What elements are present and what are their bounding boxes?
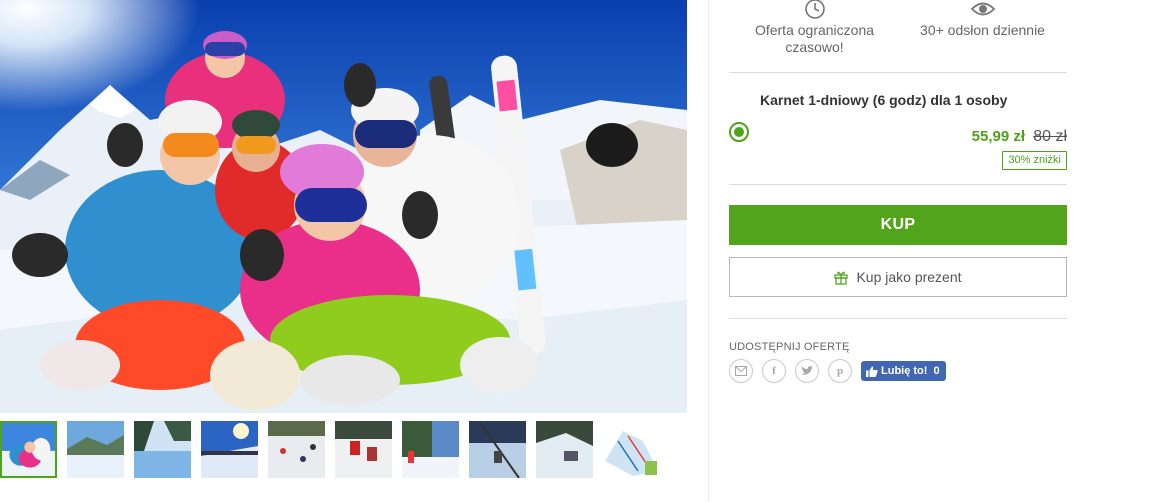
twitter-icon xyxy=(801,366,813,375)
gallery-thumbnail[interactable] xyxy=(402,421,459,478)
offer-radio[interactable] xyxy=(729,122,749,142)
share-email-button[interactable] xyxy=(729,359,753,383)
gift-button-label: Kup jako prezent xyxy=(856,269,962,285)
gallery-thumbnail[interactable] xyxy=(268,421,325,478)
share-pinterest-button[interactable]: p xyxy=(828,359,852,383)
gift-icon xyxy=(834,271,849,285)
offer-price: 55,99 zł 80 zł xyxy=(972,128,1067,146)
like-label: Lubię to! xyxy=(881,365,928,377)
feature-text: Oferta ograniczona czasowo! xyxy=(754,22,875,55)
gallery-main-image[interactable] xyxy=(0,0,687,413)
gallery-thumbnail[interactable] xyxy=(536,421,593,478)
thumbs-up-icon xyxy=(866,366,878,377)
like-count: 0 xyxy=(933,365,940,377)
buy-button[interactable]: KUP xyxy=(729,205,1067,245)
share-label: UDOSTĘPNIJ OFERTĘ xyxy=(729,341,850,353)
gallery-thumbnail[interactable] xyxy=(201,421,258,478)
gallery-thumbnail[interactable] xyxy=(603,421,660,478)
gallery-thumbnail[interactable] xyxy=(335,421,392,478)
feature-views: 30+ odsłon dziennie xyxy=(910,0,1055,39)
price-new: 55,99 zł xyxy=(971,128,1026,145)
facebook-like-button[interactable]: Lubię to! 0 xyxy=(861,361,946,381)
buy-as-gift-button[interactable]: Kup jako prezent xyxy=(729,257,1067,297)
share-facebook-button[interactable]: f xyxy=(762,359,786,383)
discount-badge: 30% zniżki xyxy=(1002,151,1067,170)
divider xyxy=(729,184,1067,185)
divider xyxy=(729,72,1067,73)
gallery-thumbnail[interactable] xyxy=(0,421,57,478)
clock-icon xyxy=(804,0,825,19)
share-twitter-button[interactable] xyxy=(795,359,819,383)
facebook-icon: f xyxy=(772,365,776,377)
eye-icon xyxy=(970,2,995,16)
email-icon xyxy=(735,366,747,376)
gallery-thumbnail[interactable] xyxy=(67,421,124,478)
feature-limited-time: Oferta ograniczona czasowo! xyxy=(742,0,887,56)
gallery-thumbnail[interactable] xyxy=(134,421,191,478)
divider xyxy=(729,318,1067,319)
column-divider xyxy=(708,0,709,502)
feature-text: 30+ odsłon dziennie xyxy=(920,22,1045,38)
price-old: 80 zł xyxy=(1033,128,1067,145)
offer-title: Karnet 1-dniowy (6 godz) dla 1 osoby xyxy=(760,92,1008,108)
pinterest-icon: p xyxy=(836,365,844,377)
gallery-thumbnail[interactable] xyxy=(469,421,526,478)
